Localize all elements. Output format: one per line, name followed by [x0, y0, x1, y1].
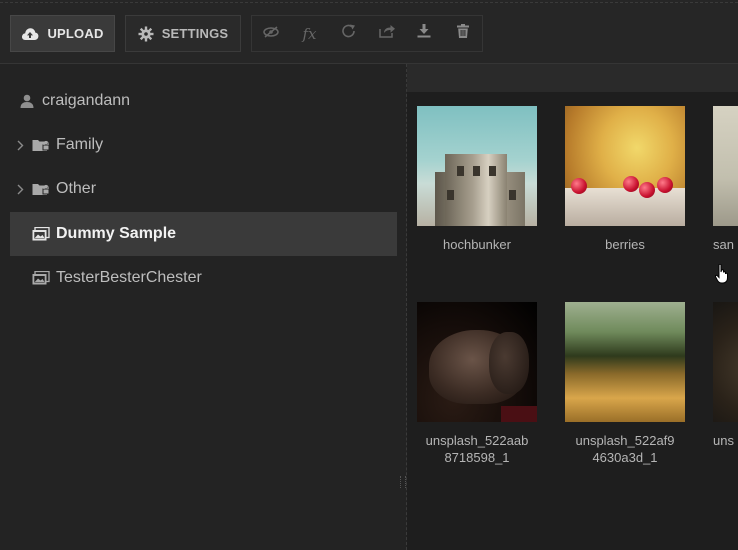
thumbnail-caption: san	[713, 237, 734, 252]
sidebar-item-label: Dummy Sample	[56, 225, 177, 242]
upload-label: UPLOAD	[47, 26, 104, 41]
redo-icon	[341, 24, 357, 43]
sidebar-item-dummy-sample[interactable]: Dummy Sample	[10, 212, 397, 256]
thumbnail-image[interactable]	[565, 106, 685, 226]
sidebar-item-testerbesterchester[interactable]: TesterBesterChester	[10, 256, 397, 300]
cloud-upload-icon	[21, 27, 39, 41]
sidebar-item-family[interactable]: Family	[10, 123, 397, 167]
thumbnail-caption: berries	[605, 237, 645, 252]
gear-icon	[138, 26, 154, 42]
delete-button[interactable]	[443, 15, 483, 52]
resize-handle[interactable]	[400, 476, 406, 488]
thumbnail-caption: unsplash_522af9 4630a3d_1	[575, 433, 675, 465]
eye-slash-icon	[263, 25, 279, 43]
gallery-item[interactable]: unsplash_522af9 4630a3d_1	[565, 302, 685, 466]
sidebar-user[interactable]: craigandann	[10, 79, 397, 123]
sidebar-item-other[interactable]: Other	[10, 167, 397, 211]
album-icon	[30, 227, 52, 241]
thumbnail-image[interactable]	[565, 302, 685, 422]
folder-lock-icon	[30, 138, 52, 152]
download-icon	[417, 24, 431, 43]
thumbnail-caption: hochbunker	[443, 237, 511, 252]
thumbnail-caption: uns	[713, 433, 734, 448]
thumbnail-image[interactable]	[417, 302, 537, 422]
sidebar-user-label: craigandann	[42, 92, 131, 109]
hide-button[interactable]	[251, 15, 291, 52]
thumbnail-caption: unsplash_522aab 8718598_1	[425, 433, 529, 465]
sidebar-item-label: Other	[56, 180, 97, 197]
upload-button[interactable]: UPLOAD	[10, 15, 115, 52]
gallery-item[interactable]: berries	[565, 106, 685, 253]
gallery-item[interactable]: hochbunker	[417, 106, 537, 253]
content-header	[407, 64, 738, 92]
thumbnail-image[interactable]	[713, 106, 738, 226]
share-button[interactable]	[368, 15, 408, 52]
gallery-item[interactable]: uns	[713, 302, 738, 449]
sidebar-item-label: Family	[56, 136, 104, 153]
share-icon	[379, 24, 396, 43]
settings-label: SETTINGS	[161, 26, 229, 41]
sidebar-item-label: TesterBesterChester	[56, 269, 202, 286]
folder-lock-icon	[30, 182, 52, 196]
sidebar: craigandann Family Other Dummy Sample Te…	[0, 64, 406, 550]
gallery: hochbunker berries san unsplash_522aab 8…	[407, 92, 738, 550]
rotate-button[interactable]	[329, 15, 369, 52]
hand-cursor-icon	[714, 263, 729, 289]
settings-button[interactable]: SETTINGS	[125, 15, 241, 52]
album-icon	[30, 271, 52, 285]
trash-icon	[456, 24, 469, 43]
thumbnail-image[interactable]	[417, 106, 537, 226]
fx-icon: fx	[302, 24, 317, 43]
gallery-item[interactable]: san	[713, 106, 738, 253]
thumbnail-image[interactable]	[713, 302, 738, 422]
gallery-item[interactable]: unsplash_522aab 8718598_1	[417, 302, 537, 466]
toolbar: UPLOAD SETTINGS fx	[0, 0, 738, 64]
chevron-right-icon[interactable]	[10, 184, 30, 195]
chevron-right-icon[interactable]	[10, 140, 30, 151]
filter-button[interactable]: fx	[290, 15, 330, 52]
download-button[interactable]	[404, 15, 444, 52]
user-icon	[16, 94, 38, 108]
